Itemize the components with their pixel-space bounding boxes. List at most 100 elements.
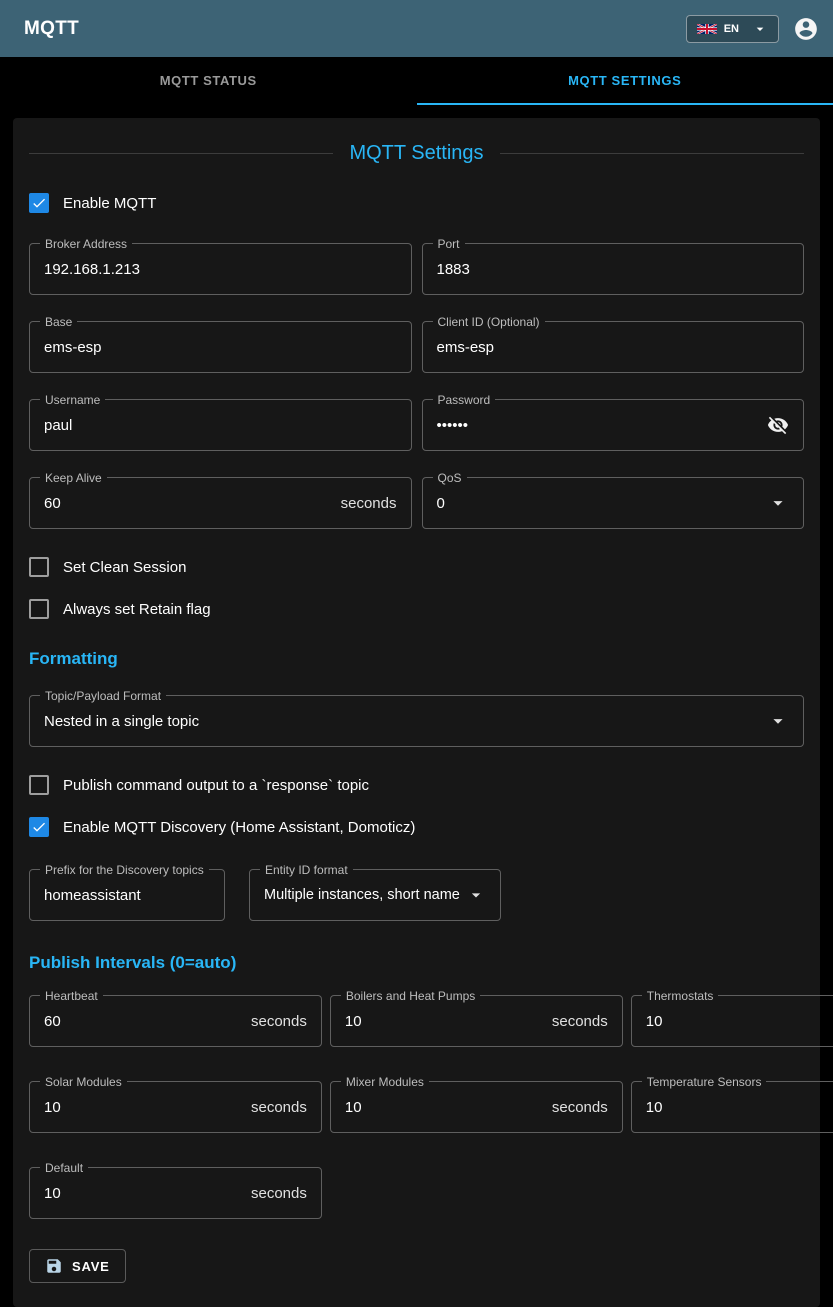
unit-suffix: seconds <box>552 1013 608 1030</box>
password-input[interactable] <box>437 417 760 434</box>
clean-session-checkbox-row[interactable]: Set Clean Session <box>29 557 804 577</box>
select-value: Multiple instances, short name <box>264 887 460 903</box>
field-label: Default <box>40 1160 88 1176</box>
field-label: QoS <box>433 470 467 486</box>
port-input[interactable] <box>437 261 790 278</box>
default-interval-input[interactable] <box>44 1185 243 1202</box>
heartbeat-interval-input[interactable] <box>44 1013 243 1030</box>
keep-alive-field[interactable]: Keep Alive seconds <box>29 477 412 529</box>
formatting-heading: Formatting <box>29 649 804 669</box>
mqtt-discovery-checkbox-row[interactable]: Enable MQTT Discovery (Home Assistant, D… <box>29 817 804 837</box>
page-title: MQTT Settings <box>349 142 483 165</box>
field-label: Username <box>40 392 105 408</box>
discovery-prefix-field[interactable]: Prefix for the Discovery topics <box>29 869 225 921</box>
checkbox-label: Enable MQTT Discovery (Home Assistant, D… <box>63 819 415 836</box>
field-label: Broker Address <box>40 236 132 252</box>
divider <box>29 153 333 154</box>
account-button[interactable] <box>791 14 821 44</box>
publish-response-checkbox-row[interactable]: Publish command output to a `response` t… <box>29 775 804 795</box>
unit-suffix: seconds <box>251 1185 307 1202</box>
field-label: Prefix for the Discovery topics <box>40 862 209 878</box>
username-field[interactable]: Username <box>29 399 412 451</box>
toggle-password-visibility-button[interactable] <box>767 414 789 436</box>
field-label: Temperature Sensors <box>642 1074 767 1090</box>
tab-mqtt-settings[interactable]: MQTT SETTINGS <box>417 57 833 105</box>
connection-fields: Broker Address Port Base Client ID (Opti… <box>29 243 804 529</box>
port-field[interactable]: Port <box>422 243 805 295</box>
temperature-interval-field[interactable]: Temperature Sensors seconds <box>631 1081 833 1133</box>
publish-interval-fields: Heartbeat seconds Boilers and Heat Pumps… <box>29 995 804 1219</box>
retain-flag-checkbox-row[interactable]: Always set Retain flag <box>29 599 804 619</box>
language-label: EN <box>724 23 739 35</box>
save-label: SAVE <box>72 1259 110 1274</box>
default-interval-field[interactable]: Default seconds <box>29 1167 322 1219</box>
clean-session-checkbox[interactable] <box>29 557 49 577</box>
broker-address-input[interactable] <box>44 261 397 278</box>
temperature-interval-input[interactable] <box>646 1099 833 1116</box>
unit-suffix: seconds <box>251 1013 307 1030</box>
dropdown-arrow-icon <box>767 710 789 732</box>
heartbeat-interval-field[interactable]: Heartbeat seconds <box>29 995 322 1047</box>
publish-intervals-heading: Publish Intervals (0=auto) <box>29 953 804 973</box>
tab-bar: MQTT STATUS MQTT SETTINGS <box>0 57 833 105</box>
check-icon <box>31 819 47 835</box>
checkbox-label: Set Clean Session <box>63 559 186 576</box>
topic-payload-format-select[interactable]: Topic/Payload Format Nested in a single … <box>29 695 804 747</box>
save-button[interactable]: SAVE <box>29 1249 126 1283</box>
field-label: Entity ID format <box>260 862 353 878</box>
keep-alive-input[interactable] <box>44 495 333 512</box>
settings-card: MQTT Settings Enable MQTT Broker Address… <box>13 118 820 1307</box>
uk-flag-icon <box>697 24 717 34</box>
entity-id-format-select[interactable]: Entity ID format Multiple instances, sho… <box>249 869 501 921</box>
tab-mqtt-status[interactable]: MQTT STATUS <box>0 57 417 105</box>
enable-mqtt-checkbox-row[interactable]: Enable MQTT <box>29 193 804 213</box>
field-label: Keep Alive <box>40 470 107 486</box>
retain-flag-checkbox[interactable] <box>29 599 49 619</box>
field-label: Topic/Payload Format <box>40 688 166 704</box>
field-label: Thermostats <box>642 988 719 1004</box>
field-label: Client ID (Optional) <box>433 314 545 330</box>
checkbox-label: Enable MQTT <box>63 195 156 212</box>
enable-mqtt-checkbox[interactable] <box>29 193 49 213</box>
client-id-input[interactable] <box>437 339 790 356</box>
username-input[interactable] <box>44 417 397 434</box>
publish-response-checkbox[interactable] <box>29 775 49 795</box>
thermostats-interval-input[interactable] <box>646 1013 833 1030</box>
app-title: MQTT <box>24 18 686 40</box>
password-field[interactable]: Password <box>422 399 805 451</box>
visibility-off-icon <box>767 414 789 436</box>
unit-suffix: seconds <box>552 1099 608 1116</box>
language-button[interactable]: EN <box>686 15 779 43</box>
account-icon <box>793 16 819 42</box>
thermostats-interval-field[interactable]: Thermostats seconds <box>631 995 833 1047</box>
base-field[interactable]: Base <box>29 321 412 373</box>
field-label: Mixer Modules <box>341 1074 429 1090</box>
checkbox-label: Always set Retain flag <box>63 601 211 618</box>
base-input[interactable] <box>44 339 397 356</box>
field-label: Heartbeat <box>40 988 103 1004</box>
discovery-fields: Prefix for the Discovery topics Entity I… <box>29 869 804 921</box>
mixer-interval-field[interactable]: Mixer Modules seconds <box>330 1081 623 1133</box>
save-icon <box>45 1257 63 1275</box>
boilers-interval-field[interactable]: Boilers and Heat Pumps seconds <box>330 995 623 1047</box>
field-label: Solar Modules <box>40 1074 127 1090</box>
app-bar: MQTT EN <box>0 0 833 57</box>
client-id-field[interactable]: Client ID (Optional) <box>422 321 805 373</box>
divider <box>500 153 804 154</box>
page-title-row: MQTT Settings <box>29 142 804 165</box>
dropdown-arrow-icon <box>767 492 789 514</box>
solar-interval-field[interactable]: Solar Modules seconds <box>29 1081 322 1133</box>
solar-interval-input[interactable] <box>44 1099 243 1116</box>
chevron-down-icon <box>752 21 768 37</box>
dropdown-arrow-icon <box>466 885 486 905</box>
qos-select[interactable]: QoS 0 <box>422 477 805 529</box>
checkbox-label: Publish command output to a `response` t… <box>63 777 369 794</box>
discovery-prefix-input[interactable] <box>44 887 210 904</box>
mqtt-discovery-checkbox[interactable] <box>29 817 49 837</box>
unit-suffix: seconds <box>341 495 397 512</box>
check-icon <box>31 195 47 211</box>
select-value: Nested in a single topic <box>44 713 761 730</box>
boilers-interval-input[interactable] <box>345 1013 544 1030</box>
mixer-interval-input[interactable] <box>345 1099 544 1116</box>
broker-address-field[interactable]: Broker Address <box>29 243 412 295</box>
